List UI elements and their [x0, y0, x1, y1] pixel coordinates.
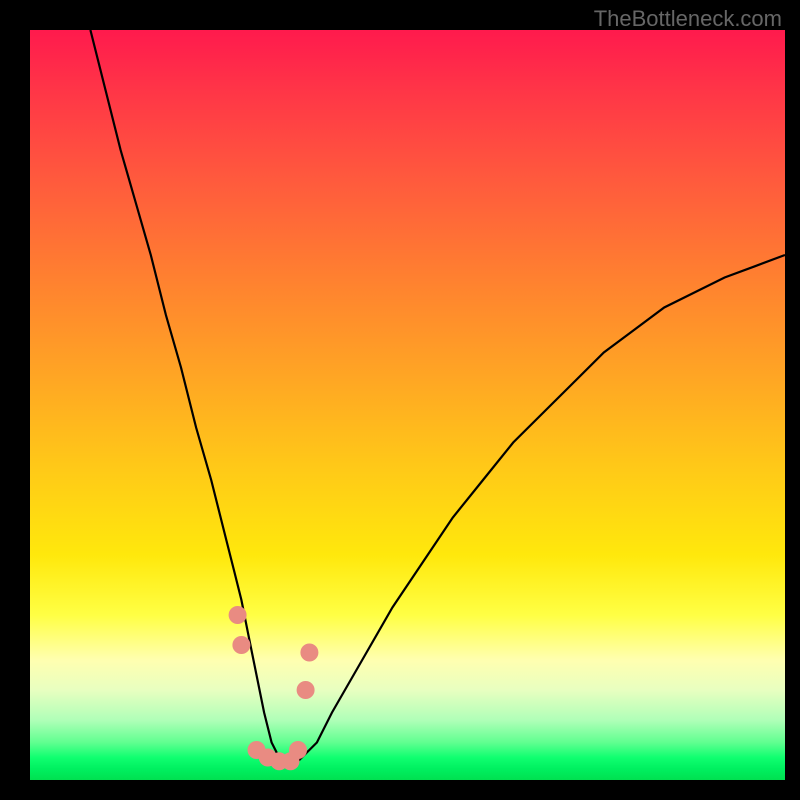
watermark-text: TheBottleneck.com: [594, 6, 782, 32]
bottleneck-curve: [90, 30, 785, 765]
plot-area: [30, 30, 785, 780]
marker-dot: [300, 644, 318, 662]
marker-dot: [232, 636, 250, 654]
chart-svg: [30, 30, 785, 780]
marker-dot: [297, 681, 315, 699]
marker-dot: [289, 741, 307, 759]
marker-dot: [229, 606, 247, 624]
